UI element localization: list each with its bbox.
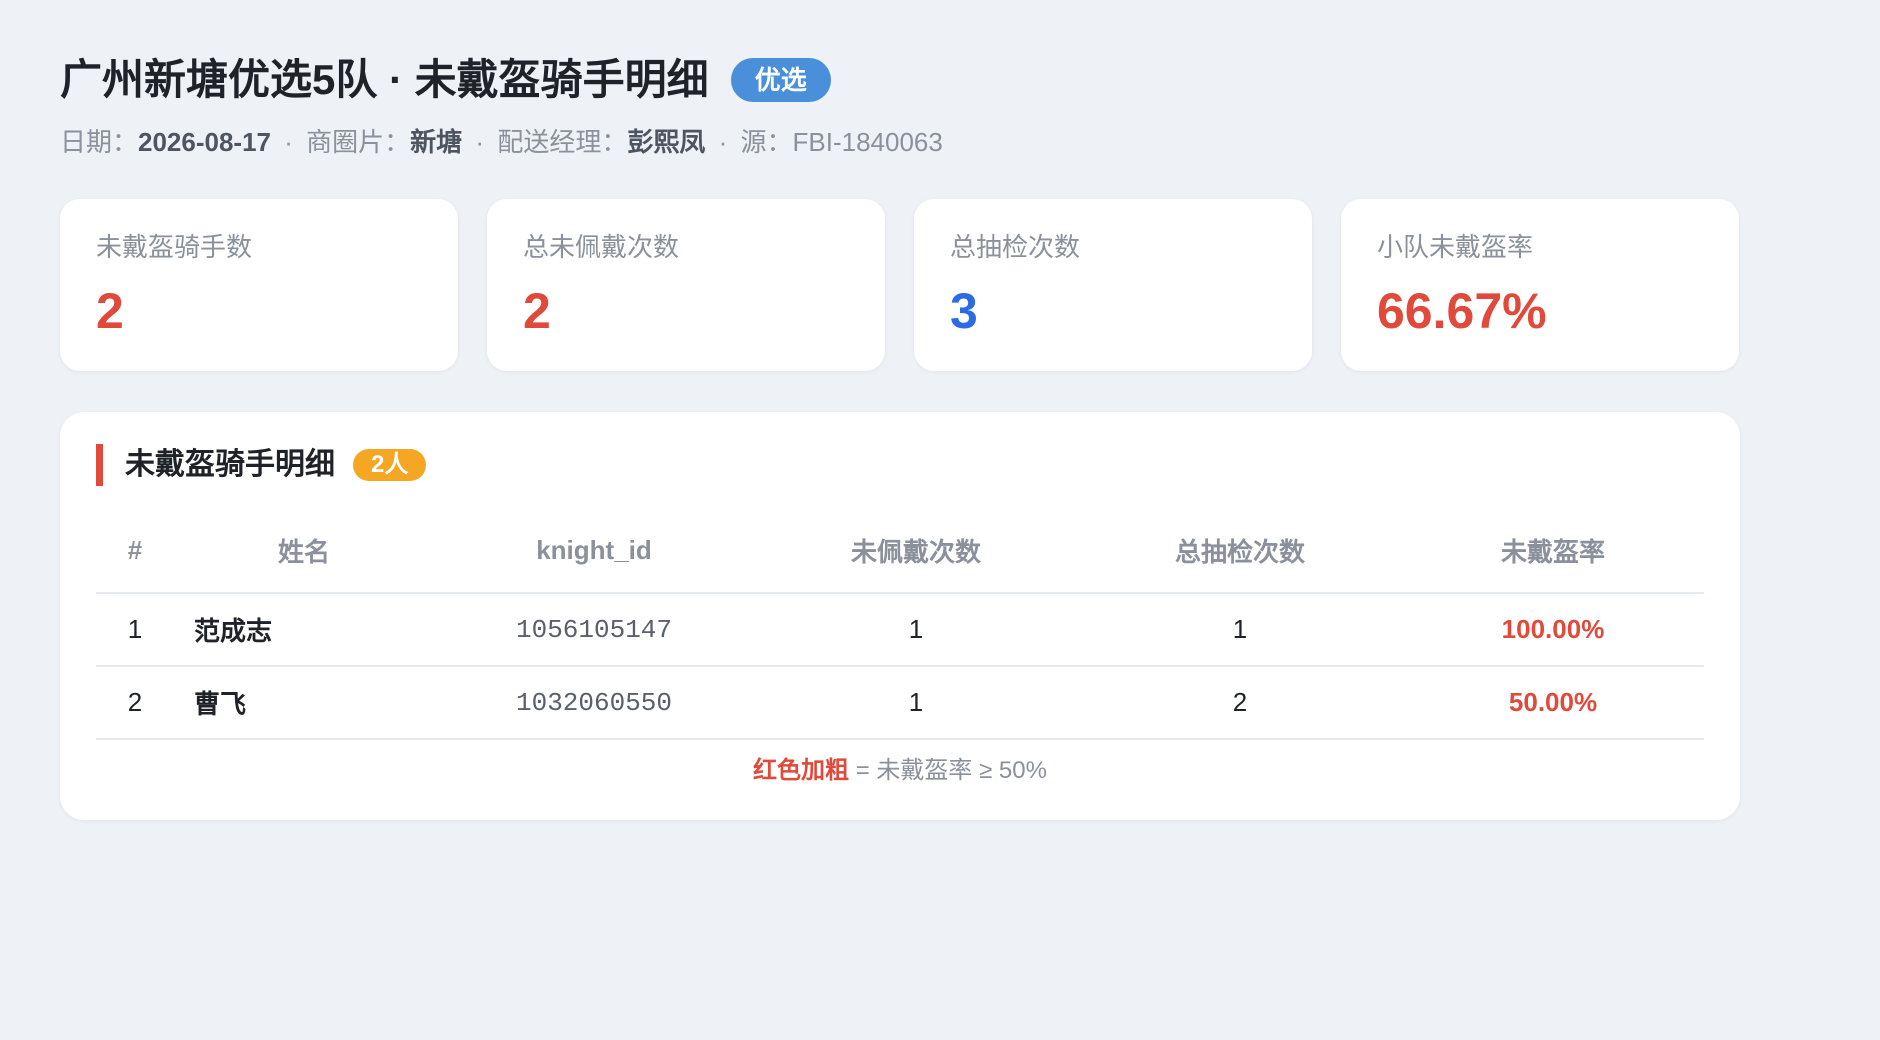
title-row: 广州新塘优选5队 · 未戴盔骑手明细 优选 [60, 52, 831, 108]
unhelmeted-rate: 50.00% [1402, 666, 1704, 740]
table-row[interactable]: 2 曹飞 1032060550 1 2 50.00% [96, 666, 1704, 740]
stat-value: 3 [950, 283, 978, 339]
count-badge: 2人 [353, 449, 427, 481]
meta-line: 日期：2026-08-17 · 商圈片：新塘 · 配送经理：彭熙凤 · 源：FB… [60, 124, 943, 160]
stat-value: 2 [96, 283, 124, 339]
category-badge: 优选 [730, 58, 831, 102]
stat-card-team-rate: 小队未戴盔率 66.67% [1341, 199, 1739, 371]
stat-label: 总抽检次数 [950, 232, 1081, 262]
unhelmeted-rate: 100.00% [1402, 593, 1704, 667]
rider-name: 范成志 [174, 593, 434, 667]
rider-name: 曹飞 [174, 666, 434, 740]
missed-count: 1 [754, 593, 1078, 667]
source-label: 源： [740, 127, 793, 157]
manager-label: 配送经理： [497, 127, 628, 157]
note-text: = 未戴盔率 ≥ 50% [849, 757, 1047, 784]
area-value: 新塘 [410, 127, 463, 157]
panel-accent-bar [96, 444, 103, 486]
column-header-rate[interactable]: 未戴盔率 [1402, 508, 1704, 594]
source-value: FBI-1840063 [792, 127, 943, 157]
column-header-index[interactable]: # [96, 508, 174, 594]
stat-value: 2 [523, 283, 551, 339]
column-header-total[interactable]: 总抽检次数 [1078, 508, 1402, 594]
stat-card-total-missed: 总未佩戴次数 2 [487, 199, 885, 371]
stat-card-total-checks: 总抽检次数 3 [914, 199, 1312, 371]
page-title: 广州新塘优选5队 · 未戴盔骑手明细 [60, 56, 709, 103]
row-index: 1 [96, 593, 174, 667]
stat-label: 未戴盔骑手数 [96, 232, 253, 262]
manager-value: 彭熙凤 [627, 127, 706, 157]
stat-label: 小队未戴盔率 [1377, 232, 1534, 262]
rider-table: # 姓名 knight_id 未佩戴次数 总抽检次数 未戴盔率 1 范成志 10… [96, 508, 1704, 740]
date-value: 2026-08-17 [138, 127, 272, 157]
stat-card-unhelmeted-riders: 未戴盔骑手数 2 [60, 199, 458, 371]
detail-panel: 未戴盔骑手明细 2人 # 姓名 knight_id 未佩戴次数 总抽检次数 未戴… [60, 412, 1740, 820]
knight-id: 1032060550 [434, 666, 754, 740]
stat-value: 66.67% [1377, 283, 1547, 339]
note-key: 红色加粗 [753, 757, 850, 784]
total-checks: 2 [1078, 666, 1402, 740]
column-header-missed[interactable]: 未佩戴次数 [754, 508, 1078, 594]
knight-id: 1056105147 [434, 593, 754, 667]
stat-cards: 未戴盔骑手数 2 总未佩戴次数 2 总抽检次数 3 小队未戴盔率 66.67% [60, 199, 1739, 371]
meta-separator: · [718, 127, 728, 157]
column-header-name[interactable]: 姓名 [174, 508, 434, 594]
date-label: 日期： [60, 127, 139, 157]
panel-title: 未戴盔骑手明细 [125, 448, 335, 481]
area-label: 商圈片： [306, 127, 411, 157]
stat-label: 总未佩戴次数 [523, 232, 680, 262]
missed-count: 1 [754, 666, 1078, 740]
meta-separator: · [284, 127, 293, 157]
column-header-knight-id[interactable]: knight_id [434, 508, 754, 594]
total-checks: 1 [1078, 593, 1402, 667]
panel-header: 未戴盔骑手明细 2人 [96, 444, 427, 486]
legend-note: 红色加粗 = 未戴盔率 ≥ 50% [60, 754, 1740, 788]
table-row[interactable]: 1 范成志 1056105147 1 1 100.00% [96, 593, 1704, 667]
row-index: 2 [96, 666, 174, 740]
table-header-row: # 姓名 knight_id 未佩戴次数 总抽检次数 未戴盔率 [96, 508, 1704, 594]
meta-separator: · [475, 127, 485, 157]
